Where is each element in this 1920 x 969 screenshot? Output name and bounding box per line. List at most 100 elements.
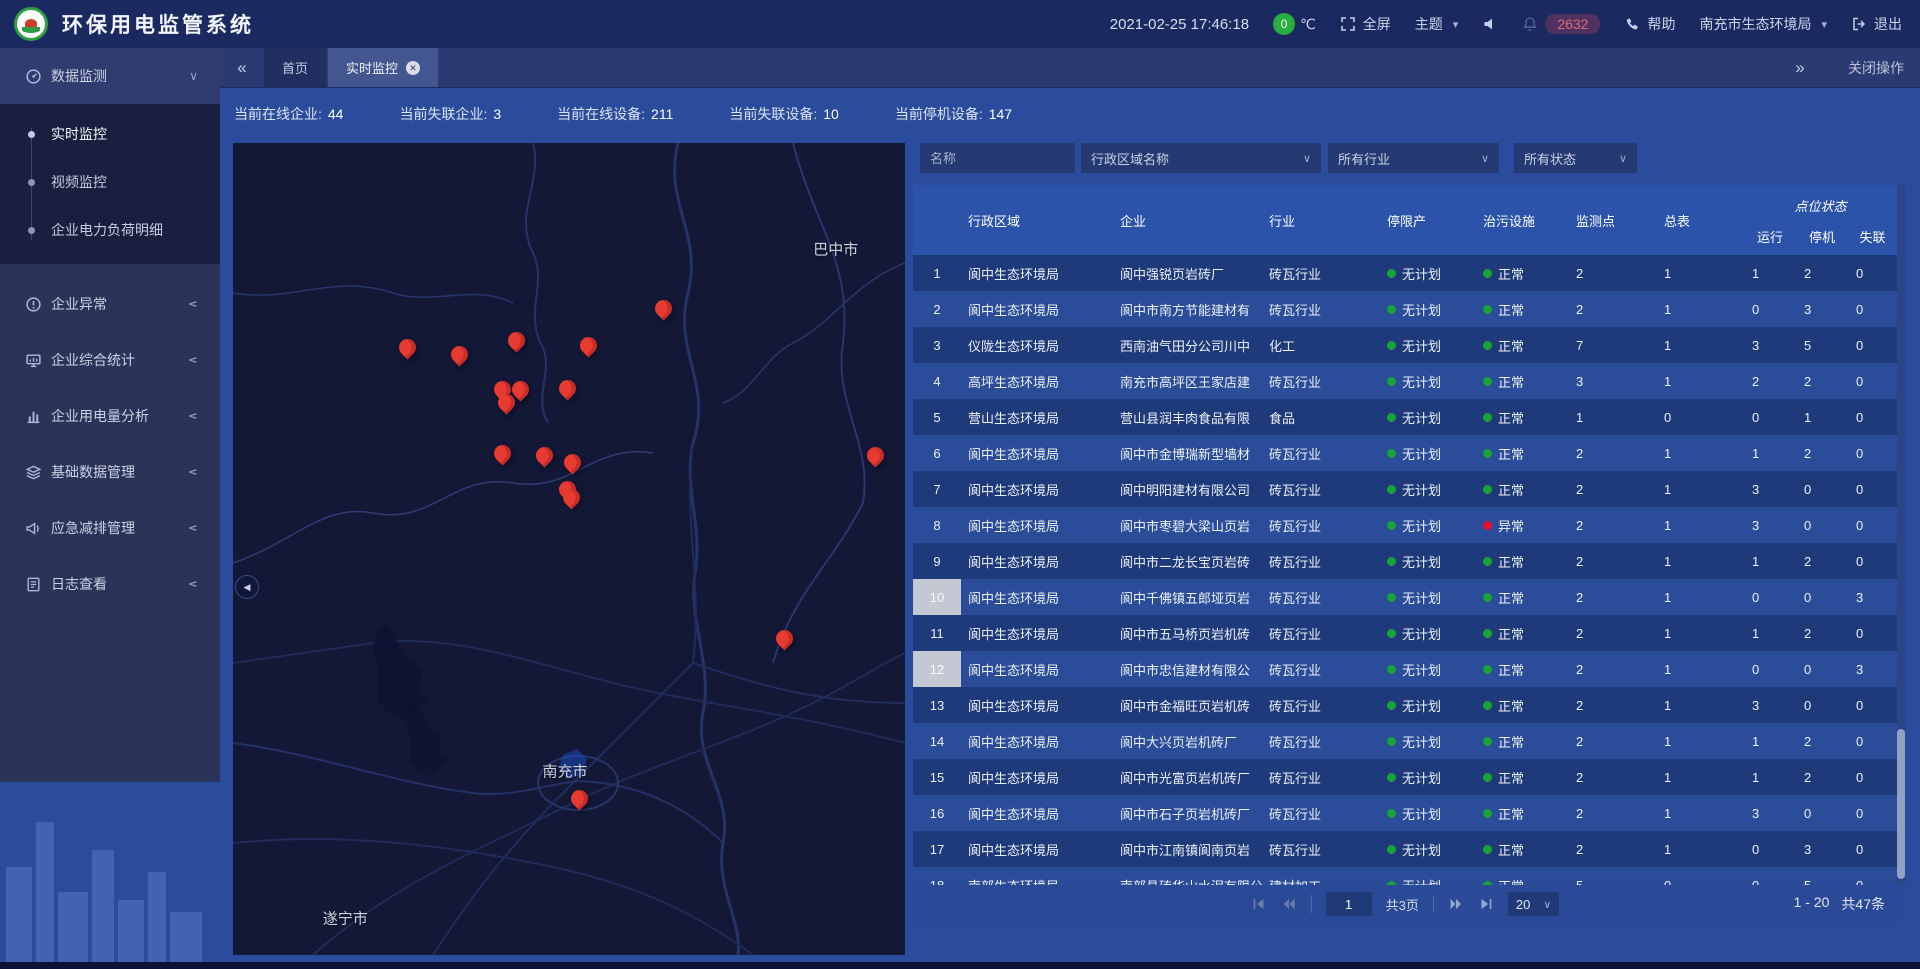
sidebar-item[interactable]: 企业异常∨ xyxy=(0,276,220,332)
industry-select[interactable]: 所有行业 xyxy=(1328,143,1499,173)
cell-disconnected: 0 xyxy=(1848,327,1897,363)
cell-region: 阆中生态环境局 xyxy=(961,831,1111,867)
cell-disconnected: 0 xyxy=(1848,759,1897,795)
table-row[interactable]: 11阆中生态环境局阆中市五马桥页岩机砖砖瓦行业无计划正常21120 xyxy=(913,615,1897,651)
cell-stopped: 0 xyxy=(1796,471,1848,507)
map-pin[interactable] xyxy=(564,454,581,471)
status-select[interactable]: 所有状态 xyxy=(1514,143,1637,173)
table-row[interactable]: 16阆中生态环境局阆中市石子页岩机砖厂砖瓦行业无计划正常21300 xyxy=(913,795,1897,831)
page-size-select[interactable]: 20 xyxy=(1508,892,1560,916)
tab-item[interactable]: 首页 xyxy=(264,48,326,87)
next-page-icon[interactable] xyxy=(1448,896,1464,912)
cell-index: 18 xyxy=(913,867,961,885)
sidebar-item[interactable]: 企业综合统计∨ xyxy=(0,332,220,388)
speaker-icon[interactable] xyxy=(1482,16,1498,32)
table-row[interactable]: 5营山生态环境局营山县润丰肉食品有限食品无计划正常10010 xyxy=(913,399,1897,435)
map-city-label: 南充市 xyxy=(542,760,587,781)
sidebar-item[interactable]: 数据监测∨ xyxy=(0,48,220,104)
table-row[interactable]: 14阆中生态环境局阆中大兴页岩机砖厂砖瓦行业无计划正常21120 xyxy=(913,723,1897,759)
panel-collapse-button[interactable] xyxy=(235,575,259,599)
chevron-down-icon xyxy=(1619,152,1627,165)
sidebar-item[interactable]: 基础数据管理∨ xyxy=(0,444,220,500)
cell-stopped: 0 xyxy=(1796,687,1848,723)
map-pin[interactable] xyxy=(563,489,580,506)
table-scrollbar[interactable] xyxy=(1897,185,1905,885)
stat-item: 当前停机设备:147 xyxy=(895,104,1012,124)
cell-total-meters: 1 xyxy=(1654,651,1744,687)
stat-label: 当前失联设备: xyxy=(729,106,817,122)
table-row[interactable]: 2阆中生态环境局阆中市南方节能建材有砖瓦行业无计划正常21030 xyxy=(913,291,1897,327)
stat-label: 当前失联企业: xyxy=(399,106,487,122)
enterprise-table: 行政区域企业行业停限产治污设施监测点总表点位状态运行停机失联1阆中生态环境局阆中… xyxy=(913,185,1897,885)
status-dot-icon xyxy=(1387,269,1396,278)
sidebar-subitem[interactable]: 企业电力负荷明细 xyxy=(0,206,220,254)
status-dot-icon xyxy=(1483,773,1492,782)
table-row[interactable]: 1阆中生态环境局阆中强锐页岩砖厂砖瓦行业无计划正常21120 xyxy=(913,255,1897,291)
map-pin[interactable] xyxy=(536,447,553,464)
first-page-icon[interactable] xyxy=(1251,896,1267,912)
map-pin[interactable] xyxy=(571,790,588,807)
prev-page-icon[interactable] xyxy=(1281,896,1297,912)
sidebar-item[interactable]: 企业用电量分析∨ xyxy=(0,388,220,444)
map-pin[interactable] xyxy=(451,346,468,363)
scrollbar-thumb[interactable] xyxy=(1897,729,1905,879)
map-pin[interactable] xyxy=(559,380,576,397)
cell-stopped: 2 xyxy=(1796,723,1848,759)
last-page-icon[interactable] xyxy=(1478,896,1494,912)
cell-region: 营山生态环境局 xyxy=(961,399,1111,435)
tab-item[interactable]: 实时监控 xyxy=(328,48,438,87)
logout-button[interactable]: 退出 xyxy=(1851,14,1902,34)
map-pin[interactable] xyxy=(776,630,793,647)
help-button[interactable]: 帮助 xyxy=(1624,14,1675,34)
sidebar-subitem[interactable]: 视频监控 xyxy=(0,158,220,206)
table-row[interactable]: 9阆中生态环境局阆中市二龙长宝页岩砖砖瓦行业无计划正常21120 xyxy=(913,543,1897,579)
map-pin[interactable] xyxy=(655,300,672,317)
status-dot-icon xyxy=(1387,557,1396,566)
tabs-scroll-left-icon[interactable] xyxy=(220,48,264,87)
page-number-input[interactable] xyxy=(1326,892,1372,916)
monitor-gauge-icon xyxy=(25,68,42,85)
bell-icon xyxy=(1522,16,1538,32)
map-pin-icon xyxy=(396,335,420,359)
fullscreen-button[interactable]: 全屏 xyxy=(1340,14,1391,34)
facility-text: 正常 xyxy=(1498,876,1524,886)
sidebar-item[interactable]: 日志查看∨ xyxy=(0,556,220,612)
table-row[interactable]: 7阆中生态环境局阆中明阳建材有限公司砖瓦行业无计划正常21300 xyxy=(913,471,1897,507)
cell-total-meters: 1 xyxy=(1654,471,1744,507)
table-row[interactable]: 13阆中生态环境局阆中市金福旺页岩机砖砖瓦行业无计划正常21300 xyxy=(913,687,1897,723)
cell-region: 高坪生态环境局 xyxy=(961,363,1111,399)
app-logo-icon xyxy=(14,7,48,41)
table-row[interactable]: 6阆中生态环境局阆中市金博瑞新型墙材砖瓦行业无计划正常21120 xyxy=(913,435,1897,471)
table-row[interactable]: 4高坪生态环境局南充市高坪区王家店建砖瓦行业无计划正常31220 xyxy=(913,363,1897,399)
table-row[interactable]: 15阆中生态环境局阆中市光富页岩机砖厂砖瓦行业无计划正常21120 xyxy=(913,759,1897,795)
tabs-scroll-right-icon[interactable] xyxy=(1778,58,1822,78)
map-pin[interactable] xyxy=(580,337,597,354)
tab-bar: 首页实时监控 关闭操作 xyxy=(220,48,1920,88)
sidebar-item[interactable]: 应急减排管理∨ xyxy=(0,500,220,556)
notification-widget[interactable]: 2632 xyxy=(1522,14,1600,34)
cell-monitor-points: 2 xyxy=(1566,291,1654,327)
map-pin[interactable] xyxy=(494,445,511,462)
organization-dropdown[interactable]: 南充市生态环境局 xyxy=(1699,14,1827,34)
cell-stopped: 3 xyxy=(1796,831,1848,867)
table-row[interactable]: 8阆中生态环境局阆中市枣碧大梁山页岩砖瓦行业无计划异常21300 xyxy=(913,507,1897,543)
map-pin[interactable] xyxy=(508,332,525,349)
table-row[interactable]: 12阆中生态环境局阆中市忠信建材有限公砖瓦行业无计划正常21003 xyxy=(913,651,1897,687)
close-operations-button[interactable]: 关闭操作 xyxy=(1848,58,1904,78)
cell-total-meters: 1 xyxy=(1654,615,1744,651)
theme-dropdown[interactable]: 主题 xyxy=(1415,14,1459,34)
map-panel[interactable]: 巴中市南充市遂宁市 xyxy=(233,143,905,955)
cell-limit-production: 无计划 xyxy=(1375,363,1471,399)
region-select[interactable]: 行政区域名称 xyxy=(1081,143,1321,173)
map-pin[interactable] xyxy=(867,447,884,464)
table-row[interactable]: 18南部生态环境局南部县砖华山水泥有限公建材加工无计划正常50050 xyxy=(913,867,1897,885)
sidebar-subitem[interactable]: 实时监控 xyxy=(0,110,220,158)
table-row[interactable]: 3仪陇生态环境局西南油气田分公司川中化工无计划正常71350 xyxy=(913,327,1897,363)
tab-close-icon[interactable] xyxy=(406,61,420,75)
table-row[interactable]: 17阆中生态环境局阆中市江南镇阆南页岩砖瓦行业无计划正常21030 xyxy=(913,831,1897,867)
cell-pollution-facility: 异常 xyxy=(1471,507,1566,543)
name-search-input[interactable] xyxy=(920,143,1075,173)
table-row[interactable]: 10阆中生态环境局阆中千佛镇五郎垭页岩砖瓦行业无计划正常21003 xyxy=(913,579,1897,615)
map-pin[interactable] xyxy=(498,394,515,411)
map-pin[interactable] xyxy=(399,339,416,356)
